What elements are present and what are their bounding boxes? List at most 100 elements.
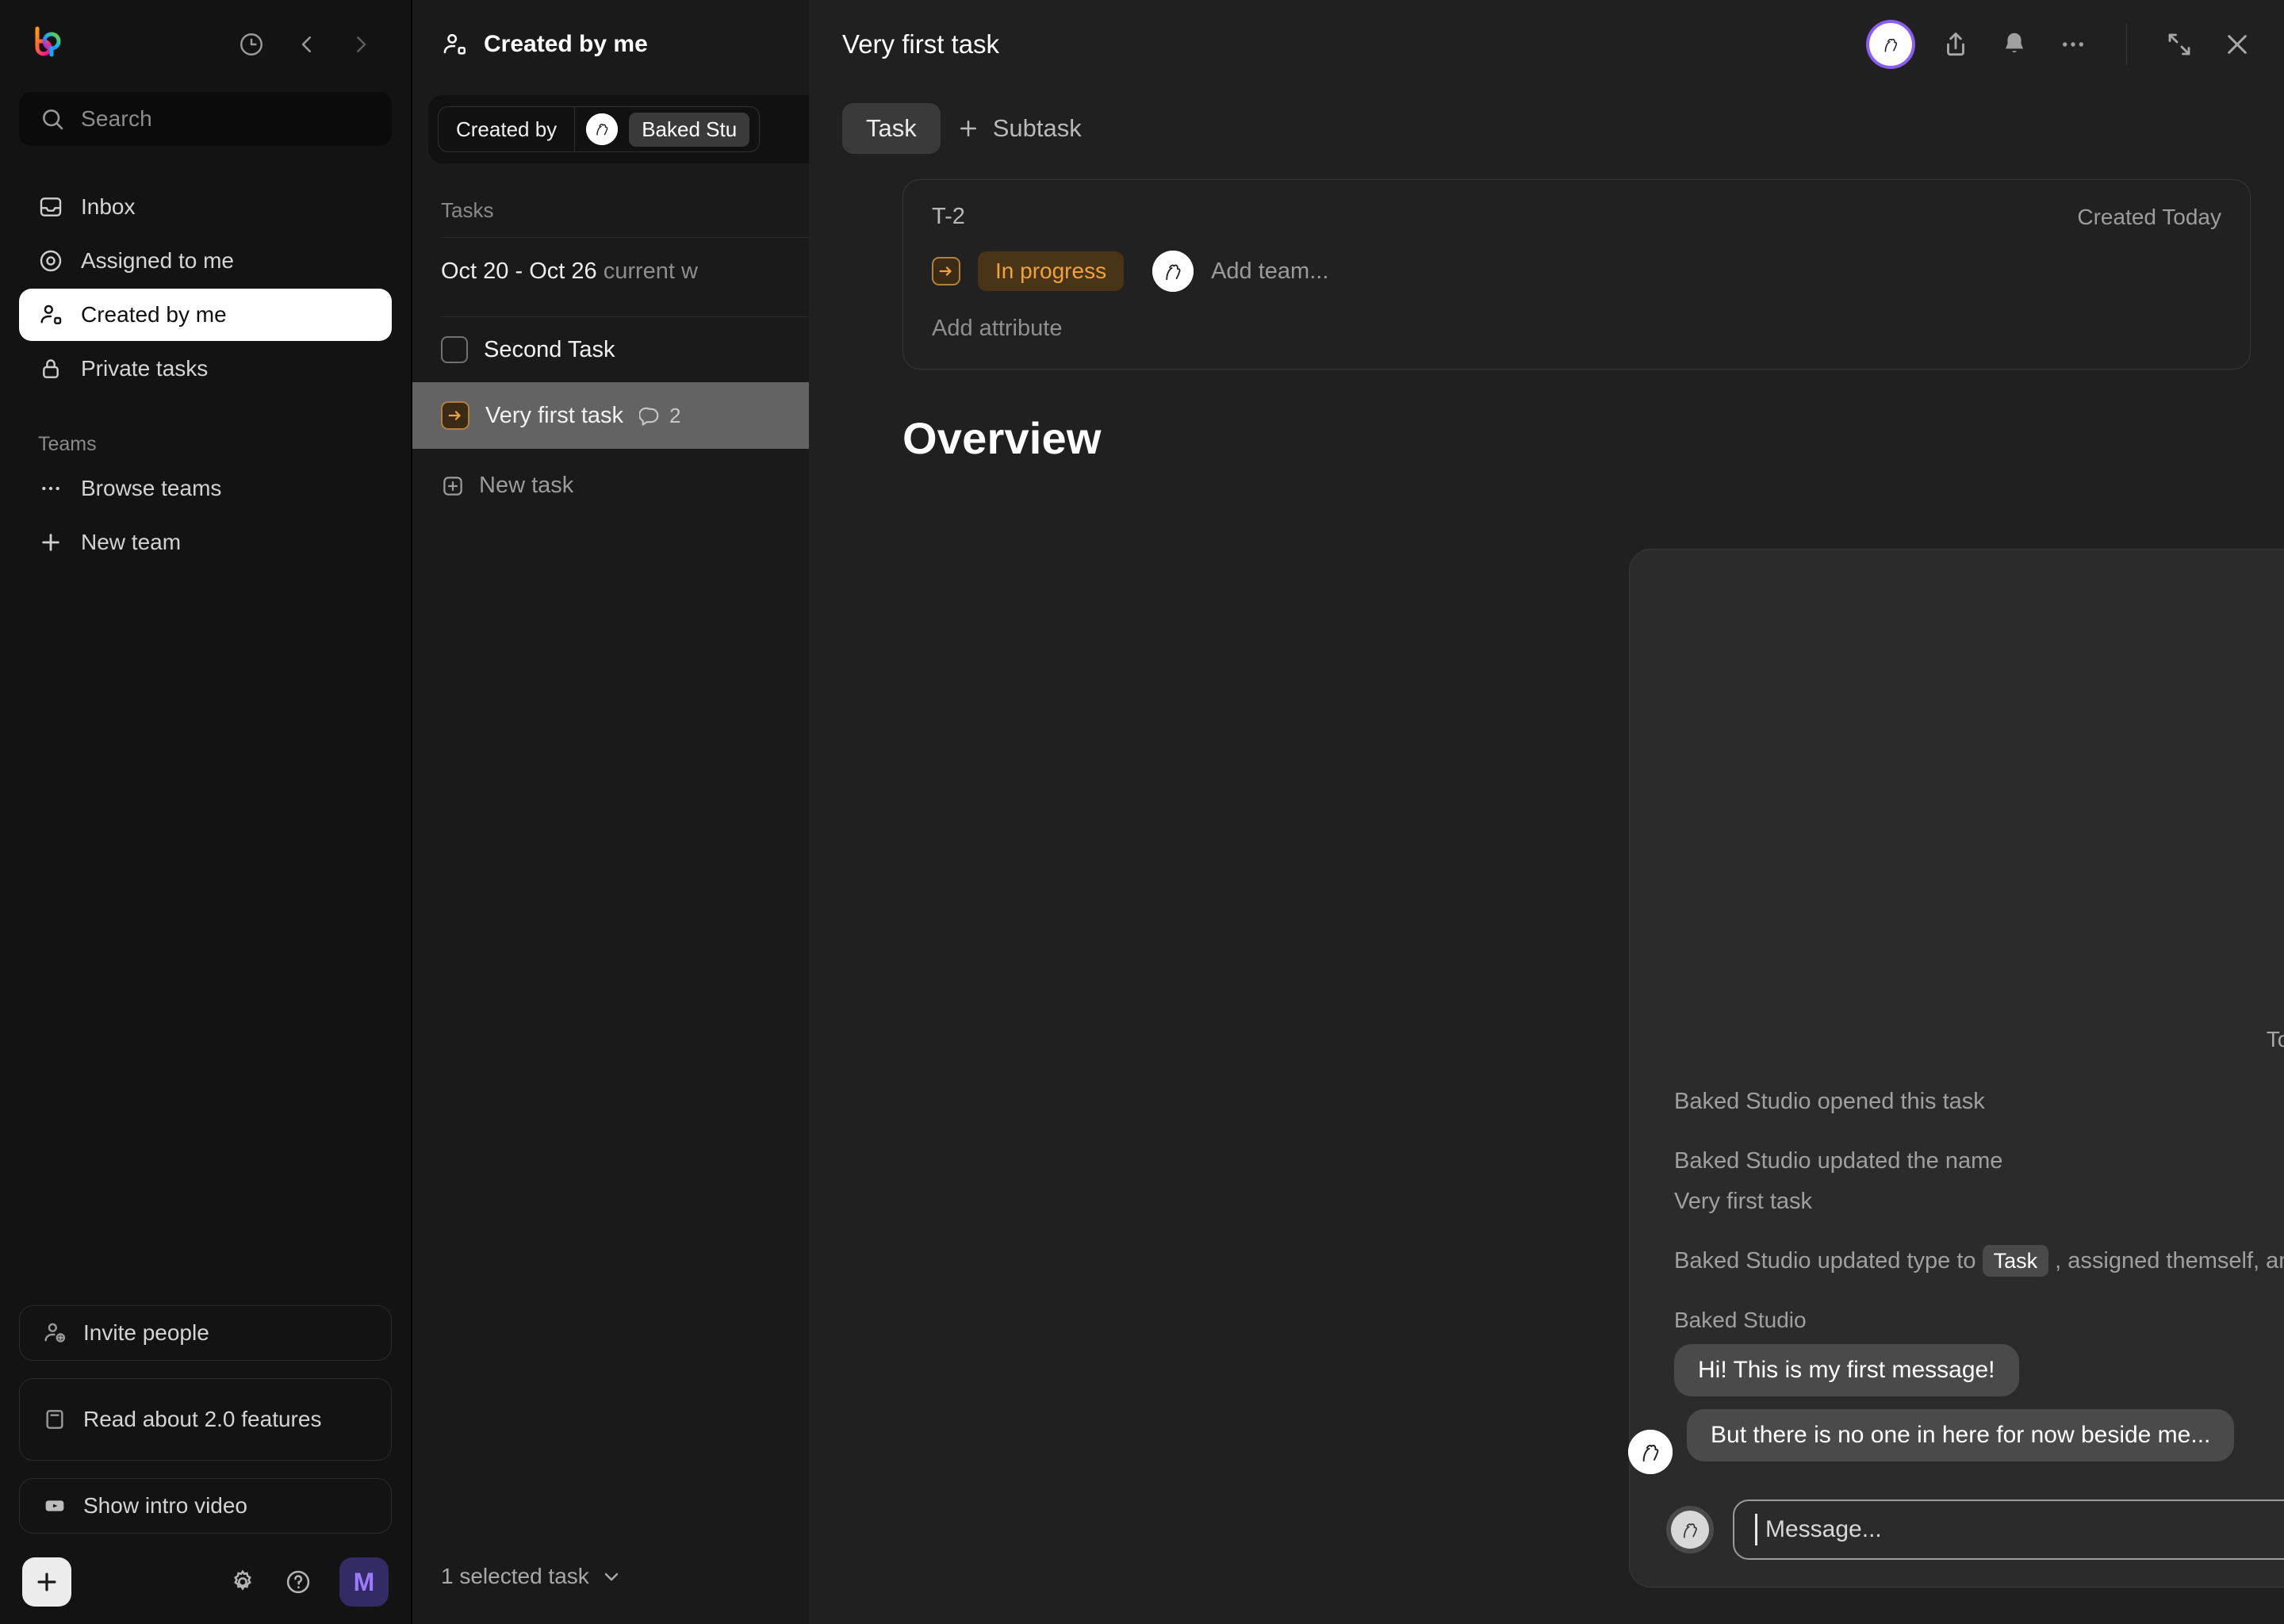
chat-collapse-button[interactable] (1630, 550, 2284, 607)
detail-actions (1869, 23, 2252, 66)
plus-box-icon (441, 474, 465, 498)
activity-event-text: Baked Studio updated the name (1674, 1148, 2003, 1174)
show-intro-video-label: Show intro video (83, 1493, 248, 1519)
gear-icon[interactable] (228, 1568, 257, 1596)
invite-people-button[interactable]: Invite people (19, 1305, 392, 1361)
activity-event: Baked Studio opened this task (1674, 1089, 2284, 1115)
task-created: Created Today (2077, 204, 2221, 229)
avatar (1666, 1506, 1714, 1553)
expand-icon[interactable] (2165, 30, 2194, 59)
nav-back-icon[interactable] (295, 33, 319, 56)
nav-forward-icon[interactable] (349, 33, 373, 56)
message-placeholder: Message... (1765, 1516, 1882, 1542)
status-in-progress-icon[interactable] (441, 401, 469, 430)
week-suffix: current w (603, 259, 698, 284)
user-created-icon (38, 302, 63, 327)
sidebar-item-created-by-me[interactable]: Created by me (19, 289, 392, 341)
add-attribute-button[interactable]: Add attribute (932, 316, 2221, 342)
add-team-button[interactable]: Add team... (1211, 259, 1328, 285)
search-icon (40, 106, 65, 132)
update-prefix: Baked Studio updated type to (1674, 1248, 1976, 1274)
baked-logo[interactable] (27, 24, 68, 65)
sidebar-item-new-team[interactable]: New team (19, 516, 392, 569)
read-about-features-button[interactable]: Read about 2.0 features (19, 1378, 392, 1461)
task-meta-card: T-2 Created Today In progress Add team..… (902, 179, 2251, 370)
sidebar: Search Inbox Assigned to me Created by m… (0, 0, 412, 1624)
chevron-down-icon[interactable] (600, 1565, 623, 1588)
table-row[interactable]: Very first task 2 (412, 382, 856, 449)
activity-event-subtext: Very first task (1674, 1189, 1813, 1214)
status-badge[interactable]: In progress (978, 251, 1125, 291)
close-icon[interactable] (2222, 29, 2252, 59)
filter-value[interactable]: Baked Stu (575, 112, 759, 147)
sidebar-item-private-tasks[interactable]: Private tasks (19, 343, 392, 395)
lock-icon (38, 356, 63, 381)
activity-feed: Baked Studio opened this task Baked Stud… (1628, 1089, 2284, 1474)
search-input[interactable]: Search (19, 92, 392, 146)
selection-footer[interactable]: 1 selected task (412, 1529, 856, 1624)
detail-header: Very first task (809, 0, 2284, 89)
week-group-header[interactable]: Oct 20 - Oct 26 current w (412, 238, 856, 302)
app-root: Search Inbox Assigned to me Created by m… (0, 0, 2284, 1624)
plus-icon (956, 117, 980, 140)
filter-bar: Created by Baked Stu (428, 95, 840, 163)
filter-value-chip: Baked Stu (629, 112, 750, 147)
sidebar-item-label: Browse teams (81, 476, 222, 500)
share-icon[interactable] (1941, 29, 1971, 59)
sidebar-item-label: Created by me (81, 302, 227, 327)
meta-row-id: T-2 Created Today (932, 204, 2221, 230)
activity-event: Baked Studio updated the name Very first… (1674, 1148, 2284, 1215)
ellipsis-icon (38, 476, 63, 501)
sidebar-item-label: Inbox (81, 194, 136, 219)
user-add-icon (42, 1320, 67, 1346)
read-about-features-label: Read about 2.0 features (83, 1407, 322, 1432)
show-intro-video-button[interactable]: Show intro video (19, 1478, 392, 1534)
activity-event-update: Baked Studio updated type to Task , assi… (1674, 1245, 2284, 1277)
task-id: T-2 (932, 204, 965, 229)
target-icon (38, 248, 63, 274)
message-bubble-wrapper: Hi! This is my first message! (1674, 1344, 2284, 1409)
meta-row-status: In progress Add team... (932, 251, 2221, 292)
task-label: Very first task (485, 402, 624, 428)
message-input[interactable]: Message... (1733, 1500, 2284, 1560)
page-title: Created by me (484, 31, 648, 57)
new-task-label: New task (479, 473, 574, 498)
history-clock-icon[interactable] (238, 31, 265, 58)
sidebar-item-assigned-to-me[interactable]: Assigned to me (19, 235, 392, 287)
help-circle-icon[interactable] (284, 1568, 312, 1596)
sidebar-item-browse-teams[interactable]: Browse teams (19, 462, 392, 515)
book-icon (42, 1407, 67, 1432)
sidebar-item-inbox[interactable]: Inbox (19, 181, 392, 233)
more-options-icon[interactable] (2058, 29, 2088, 59)
assignee-avatar[interactable] (1152, 251, 1194, 292)
message-bubble[interactable]: But there is no one in here for now besi… (1687, 1409, 2235, 1461)
create-new-button[interactable] (22, 1557, 71, 1607)
comment-icon (639, 404, 661, 427)
tab-add-subtask[interactable]: Subtask (950, 103, 1106, 154)
message-row: But there is no one in here for now besi… (1628, 1409, 2284, 1474)
avatar (1628, 1430, 1673, 1474)
avatar-initial: M (353, 1567, 375, 1596)
table-row[interactable]: Second Task (412, 317, 856, 382)
message-author: Baked Studio (1674, 1308, 1807, 1332)
task-label: Second Task (484, 336, 615, 362)
tab-task[interactable]: Task (842, 103, 941, 154)
new-task-button[interactable]: New task (412, 449, 856, 499)
detail-tabs: Task Subtask (809, 89, 2284, 154)
filter-chip-created-by[interactable]: Created by Baked Stu (438, 106, 761, 152)
tasks-section-label: Tasks (441, 198, 494, 222)
tab-label: Subtask (992, 114, 1082, 142)
sidebar-footer: M (19, 1551, 392, 1607)
status-in-progress-icon[interactable] (932, 257, 960, 285)
sidebar-nav: Inbox Assigned to me Created by me Priva… (0, 181, 411, 395)
overview-heading: Overview (902, 413, 1102, 463)
divider (2126, 24, 2127, 65)
assignee-avatar[interactable] (1869, 23, 1912, 66)
update-middle: , assigned themself, and updated (2055, 1248, 2284, 1274)
sidebar-item-label: Private tasks (81, 356, 209, 381)
message-bubble[interactable]: Hi! This is my first message! (1674, 1344, 2019, 1396)
task-checkbox[interactable] (441, 336, 468, 363)
bell-icon[interactable] (1999, 29, 2029, 59)
avatar[interactable]: M (339, 1557, 389, 1607)
invite-people-label: Invite people (83, 1320, 209, 1346)
